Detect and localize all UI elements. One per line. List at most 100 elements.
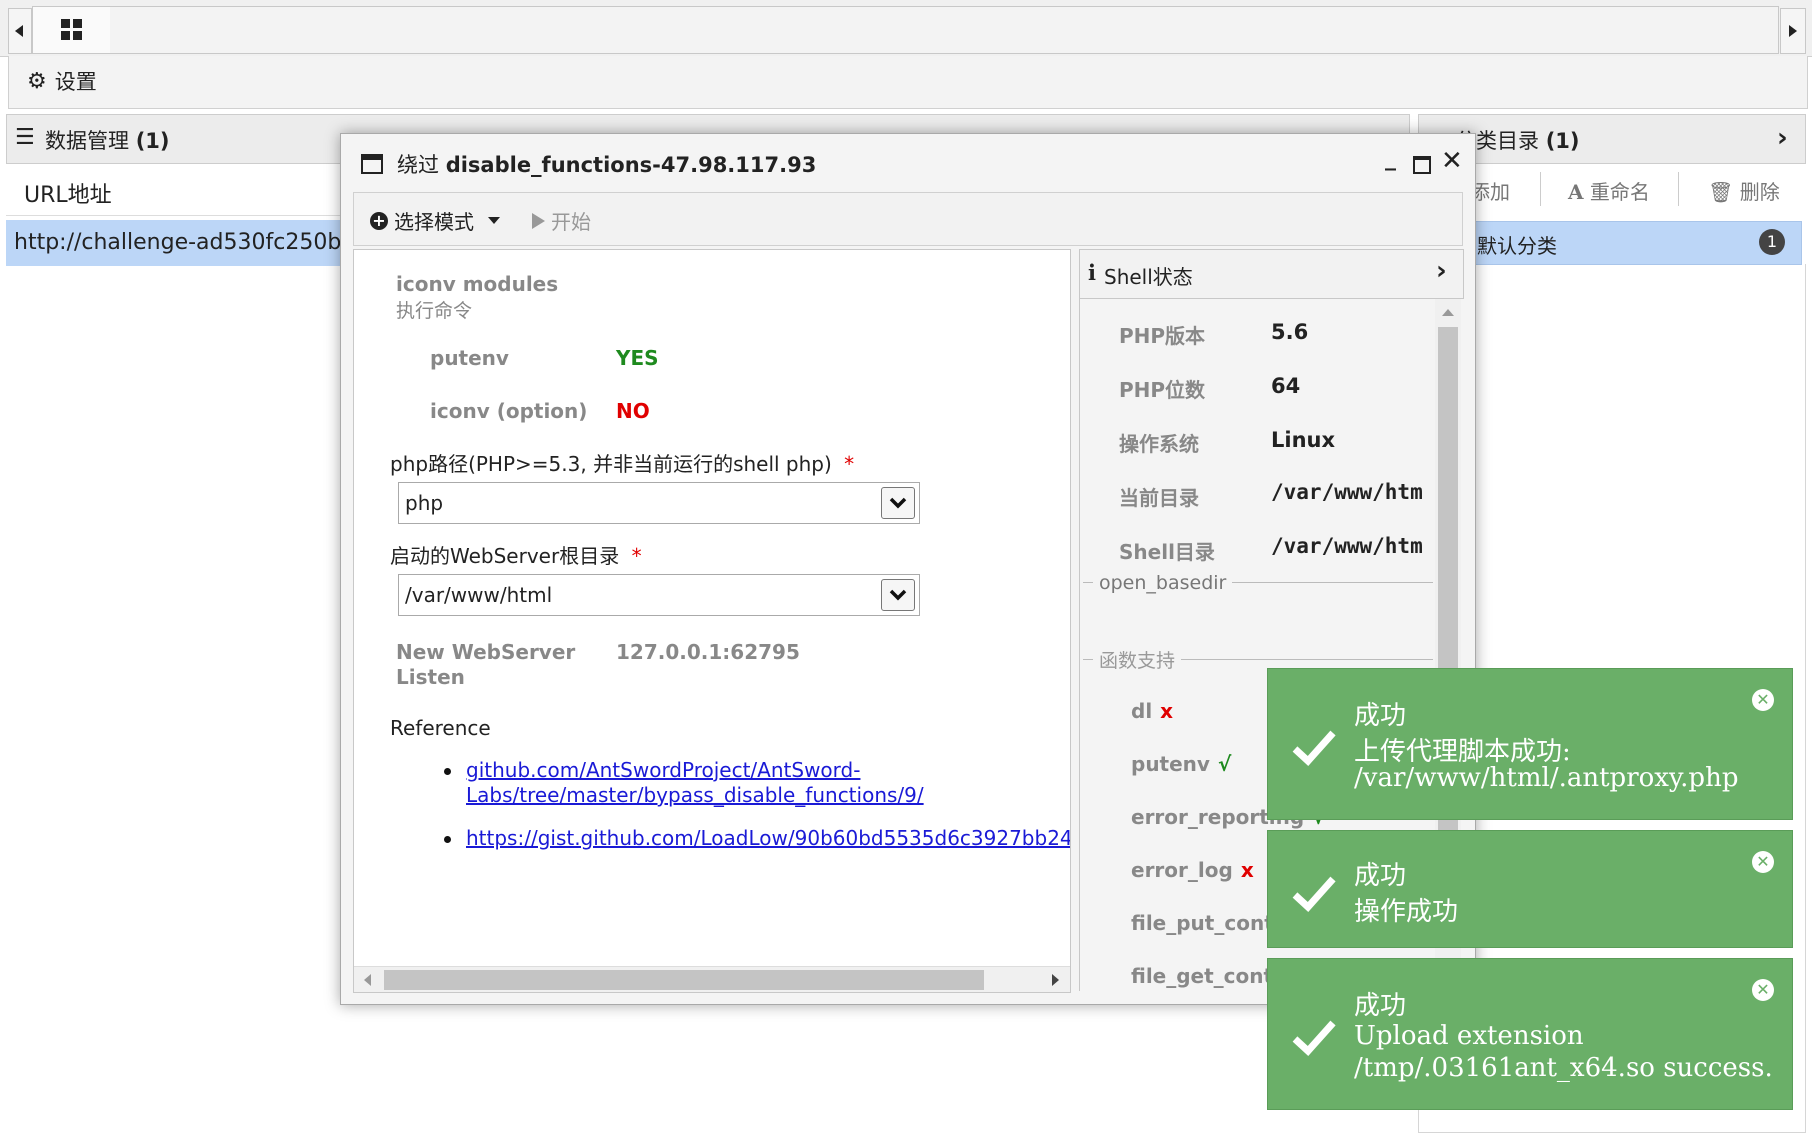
checkmark-icon [1292, 730, 1336, 766]
php-bits-label: PHP位数 [1119, 378, 1206, 402]
function-row: error_log x [1131, 858, 1254, 882]
settings-label: 设置 [54, 70, 97, 94]
php-path-value: php [405, 491, 444, 515]
url-cell: http://challenge-ad530fc250bf3f [14, 230, 371, 255]
reference-link-1[interactable]: github.com/AntSwordProject/AntSword- Lab… [466, 758, 924, 808]
arrow-right-icon[interactable] [1052, 974, 1059, 986]
minimize-button[interactable]: _ [1385, 146, 1396, 171]
php-path-select[interactable]: php [398, 482, 920, 524]
chevron-down-icon[interactable] [881, 579, 915, 611]
divider [1540, 172, 1541, 206]
rename-category-button[interactable]: A 重命名 [1568, 176, 1650, 205]
reference-link-2[interactable]: https://gist.github.com/LoadLow/90b60bd5… [466, 826, 1070, 850]
tab-scroll-left-button[interactable] [8, 8, 32, 54]
toast-notification[interactable]: 成功 上传代理脚本成功: /var/www/html/.antproxy.php… [1267, 668, 1793, 820]
gear-icon: ⚙ [27, 68, 47, 94]
checkmark-icon [1292, 1020, 1336, 1056]
reference-label: Reference [390, 716, 491, 740]
chevron-right-icon[interactable]: › [1436, 256, 1447, 286]
new-server-listen: 127.0.0.1:62795 [616, 640, 800, 664]
chevron-right-icon[interactable]: › [1777, 123, 1788, 153]
toast-message-2: /var/www/html/.antproxy.php [1354, 763, 1739, 793]
shell-status-header: i Shell状态 › [1079, 249, 1464, 299]
dialog-toolbar: + 选择模式 开始 [353, 192, 1463, 246]
iconv-status: NO [616, 399, 650, 423]
settings-button[interactable]: ⚙ 设置 [27, 66, 97, 96]
delete-category-button[interactable]: 🗑 删除 [1708, 176, 1780, 205]
grid-icon [61, 19, 82, 40]
toast-notification[interactable]: 成功 Upload extension /tmp/.03161ant_x64.s… [1267, 958, 1793, 1110]
os-label: 操作系统 [1119, 432, 1199, 456]
chevron-down-icon[interactable] [881, 487, 915, 519]
toast-title: 成功 [1354, 861, 1407, 891]
data-panel-title-text: 数据管理 [45, 129, 129, 153]
functions-label: 函数支持 [1093, 646, 1182, 673]
dialog-title: 绕过 disable_functions-47.98.117.93 [397, 149, 816, 179]
shell-dir-value: /var/www/htm [1271, 534, 1423, 558]
arrow-up-icon[interactable] [1442, 309, 1454, 316]
add-category-button[interactable]: 添加 [1470, 176, 1510, 205]
function-row: putenv √ [1131, 752, 1231, 776]
home-tab[interactable] [32, 6, 112, 54]
close-icon[interactable]: ✕ [1752, 851, 1774, 873]
select-mode-dropdown[interactable]: + 选择模式 [370, 206, 500, 235]
cwd-label: 当前目录 [1119, 486, 1199, 510]
php-path-label: php路径(PHP>=5.3, 并非当前运行的shell php) * [390, 448, 854, 477]
play-icon [532, 212, 545, 229]
cwd-value: /var/www/htm [1271, 480, 1423, 504]
divider [1678, 172, 1679, 206]
horizontal-scrollbar[interactable] [354, 966, 1070, 992]
dialog-title-bar[interactable]: 绕过 disable_functions-47.98.117.93 _ ✕ [341, 134, 1475, 186]
toast-title: 成功 [1354, 701, 1407, 731]
toast-notification[interactable]: 成功 操作成功 ✕ [1267, 830, 1793, 948]
list-icon: ☰ [15, 125, 35, 150]
webroot-label-text: 启动的WebServer根目录 [390, 544, 620, 568]
font-icon: A [1568, 180, 1584, 204]
arrow-left-icon [15, 25, 23, 37]
category-label: 默认分类 [1477, 234, 1557, 258]
arrow-right-icon [1789, 25, 1797, 37]
dialog-title-prefix: 绕过 [397, 153, 439, 177]
close-icon[interactable]: ✕ [1752, 979, 1774, 1001]
bullet [444, 836, 451, 843]
data-panel-count: (1) [135, 129, 170, 153]
required-mark: * [844, 452, 855, 476]
close-icon[interactable]: ✕ [1441, 146, 1463, 176]
new-server-label: New WebServer [396, 640, 576, 664]
tab-strip [110, 6, 1779, 54]
category-panel-header: 分类目录 (1) › [1418, 114, 1806, 164]
shell-dir-label: Shell目录 [1119, 540, 1215, 564]
open-basedir-label: open_basedir [1093, 572, 1233, 594]
start-button[interactable]: 开始 [532, 206, 591, 235]
tab-scroll-right-button[interactable] [1780, 8, 1806, 54]
webroot-label: 启动的WebServer根目录 * [390, 540, 642, 569]
php-bits-value: 64 [1271, 374, 1301, 398]
webroot-select[interactable]: /var/www/html [398, 574, 920, 616]
function-name: dl [1131, 699, 1153, 723]
reference-link-1-line1: github.com/AntSwordProject/AntSword- [466, 758, 861, 782]
delete-label: 删除 [1739, 180, 1780, 204]
toast-title: 成功 [1354, 991, 1407, 1021]
new-server-label-2: Listen [396, 665, 465, 689]
php-path-label-text: php路径(PHP>=5.3, 并非当前运行的shell php) [390, 452, 832, 476]
putenv-label: putenv [430, 346, 509, 370]
toast-message-2: /tmp/.03161ant_x64.so success. [1354, 1053, 1773, 1083]
info-icon: i [1088, 260, 1096, 285]
settings-bar: ⚙ 设置 [8, 56, 1808, 109]
window-icon [361, 154, 383, 174]
toast-message: Upload extension [1354, 1021, 1584, 1051]
start-label: 开始 [551, 210, 591, 234]
os-value: Linux [1271, 428, 1336, 452]
category-panel-count: (1) [1545, 129, 1580, 153]
php-version-value: 5.6 [1271, 320, 1309, 344]
bullet [444, 768, 451, 775]
close-icon[interactable]: ✕ [1752, 689, 1774, 711]
caret-down-icon [488, 217, 500, 224]
php-version-label: PHP版本 [1119, 324, 1206, 348]
scrollbar-thumb[interactable] [384, 970, 984, 990]
arrow-left-icon[interactable] [364, 974, 371, 986]
section-title: iconv modules [396, 272, 559, 296]
maximize-button[interactable] [1413, 156, 1431, 174]
reference-link-1-line2: Labs/tree/master/bypass_disable_function… [466, 783, 924, 807]
select-mode-label: 选择模式 [394, 210, 474, 234]
